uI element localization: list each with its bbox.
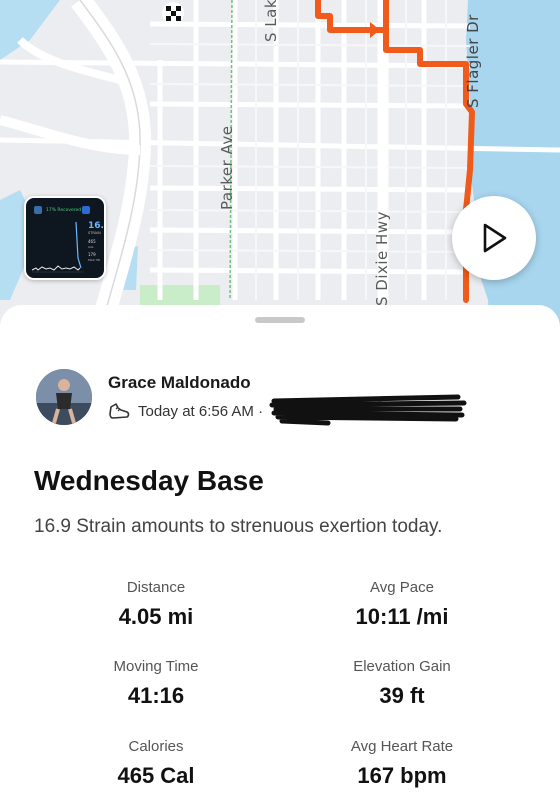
stat-value: 41:16 [127, 683, 185, 708]
stat-calories: Calories 465 Cal [36, 738, 276, 789]
street-label-parker: Parker Ave [218, 125, 236, 210]
stat-label: Avg Pace [370, 579, 434, 596]
stat-label: Calories [128, 738, 184, 755]
user-name[interactable]: Grace Maldonado [108, 373, 251, 393]
stat-value: 10:11 /mi [355, 604, 449, 629]
finish-flag-icon [162, 2, 184, 24]
svg-text:CAL: CAL [88, 245, 94, 249]
stat-moving-time: Moving Time 41:16 [36, 658, 276, 709]
stat-value: 465 Cal [117, 763, 195, 788]
stat-label: Avg Heart Rate [350, 738, 454, 755]
activity-timestamp: Today at 6:56 AM · [138, 402, 264, 420]
stat-distance: Distance 4.05 mi [36, 579, 276, 630]
activity-meta: Today at 6:56 AM · [108, 401, 263, 421]
thumb-strain-value: 16. [88, 221, 104, 231]
play-icon [483, 223, 507, 253]
stat-label: Elevation Gain [353, 658, 451, 675]
street-label-lake: S Lake [262, 0, 280, 42]
stat-value: 167 bpm [357, 763, 447, 788]
street-label-flagler: S Flagler Dr [464, 14, 482, 108]
activity-description: 16.9 Strain amounts to strenuous exertio… [34, 516, 443, 537]
stat-avg-heart-rate: Avg Heart Rate 167 bpm [282, 738, 522, 789]
map-park [140, 285, 220, 305]
strain-thumbnail[interactable]: 17% Recovered 16. STRAIN 465 CAL 179 MAX… [24, 196, 106, 280]
shoe-icon [109, 403, 130, 419]
svg-text:179: 179 [88, 252, 96, 257]
stat-elevation-gain: Elevation Gain 39 ft [282, 658, 522, 709]
sheet-drag-handle[interactable] [255, 317, 305, 323]
activity-sheet: Grace Maldonado Today at 6:56 AM · Wedne… [0, 305, 560, 800]
svg-text:465: 465 [88, 239, 96, 244]
svg-text:STRAIN: STRAIN [88, 231, 101, 235]
svg-text:MAX HR: MAX HR [88, 258, 100, 262]
redaction-scribble [269, 394, 467, 426]
route-map[interactable]: Parker Ave S Lake S Dixie Hwy S Flagler … [0, 0, 560, 330]
stat-label: Moving Time [113, 658, 199, 675]
street-label-dixie: S Dixie Hwy [373, 211, 391, 306]
stat-label: Distance [126, 579, 186, 596]
stat-avg-pace: Avg Pace 10:11 /mi [282, 579, 522, 630]
avatar[interactable] [36, 369, 92, 425]
activity-title: Wednesday Base [34, 465, 264, 496]
stat-value: 4.05 mi [118, 604, 194, 629]
stat-value: 39 ft [379, 683, 425, 708]
play-route-button[interactable] [452, 196, 536, 280]
thumb-badge: 17% Recovered [46, 207, 81, 213]
